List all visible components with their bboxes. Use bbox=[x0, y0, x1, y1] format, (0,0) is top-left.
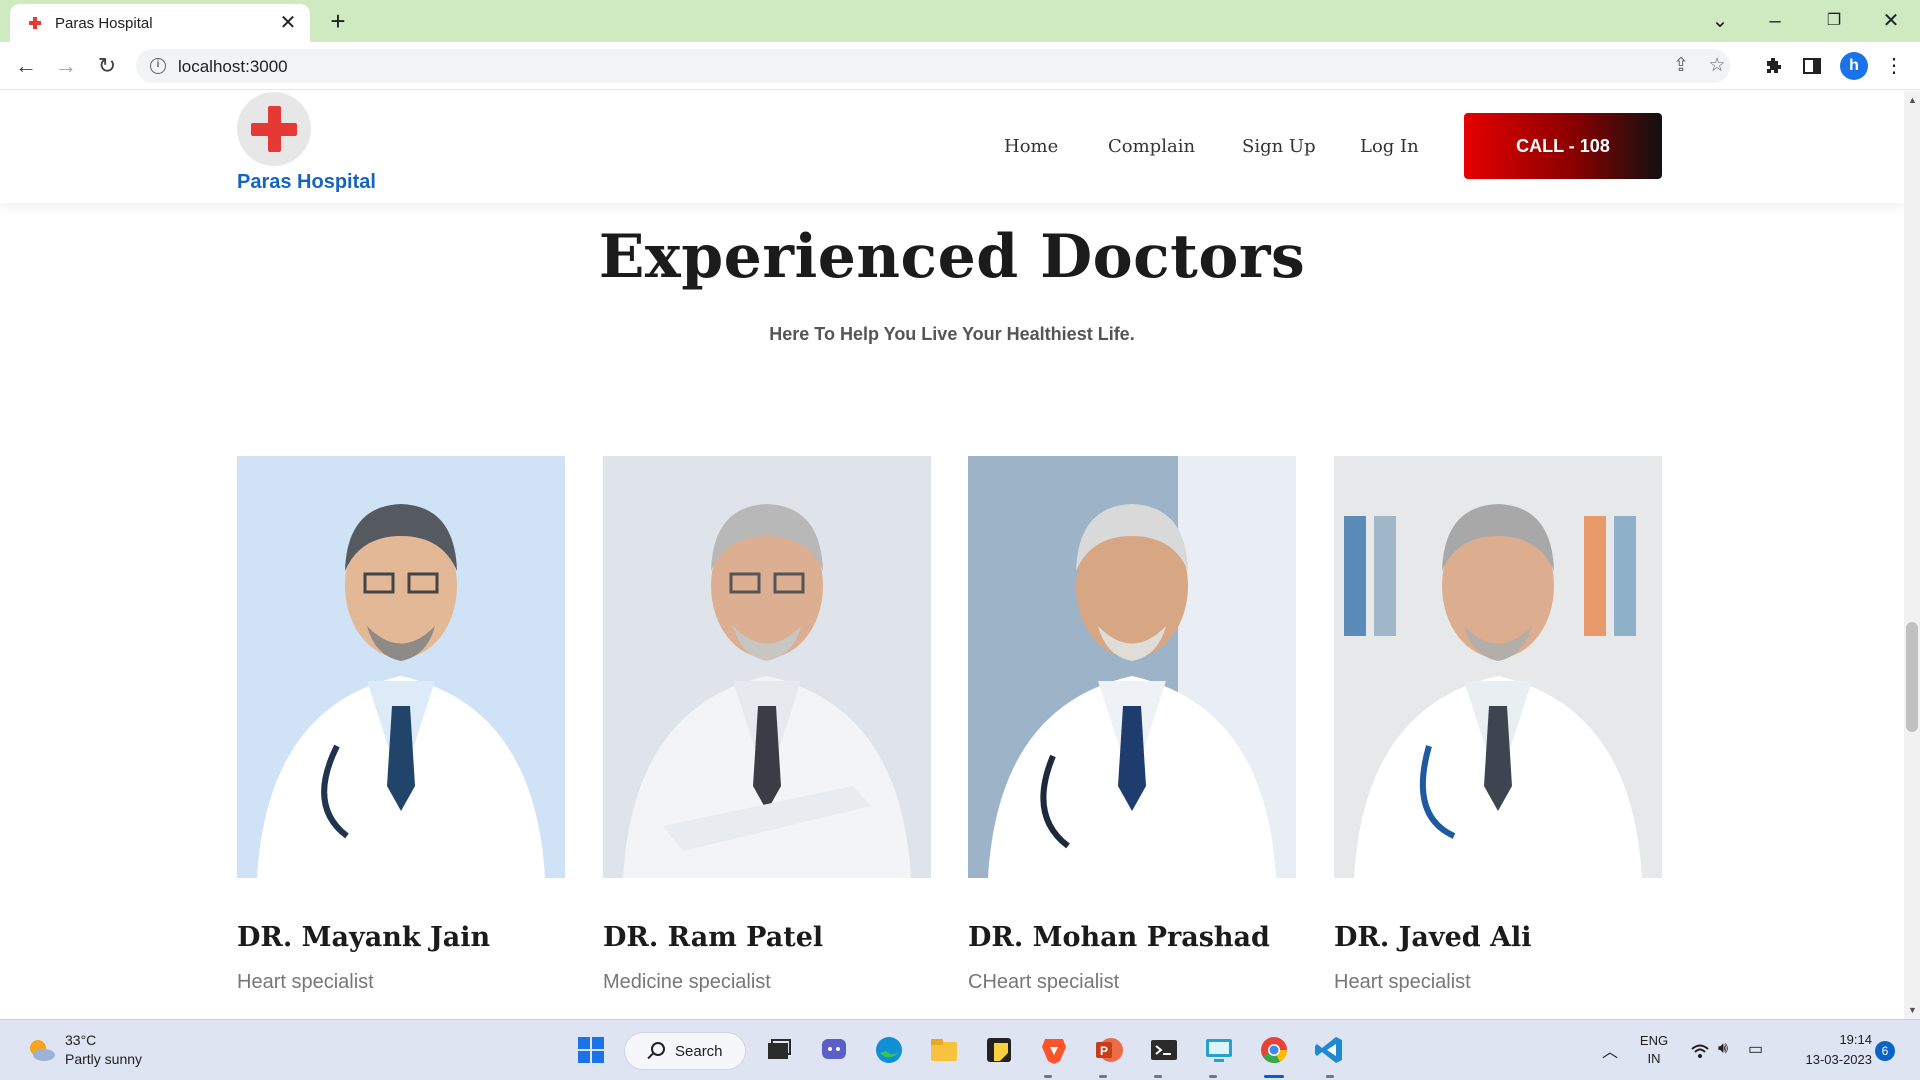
hospital-favicon-icon bbox=[29, 17, 41, 29]
forward-icon[interactable]: → bbox=[50, 50, 82, 82]
doctor-specialty: Heart specialist bbox=[1334, 971, 1471, 993]
reload-icon[interactable]: ↻ bbox=[91, 50, 123, 82]
battery-icon[interactable]: ▭ bbox=[1748, 1039, 1763, 1059]
nav-sign-up[interactable]: Sign Up bbox=[1242, 136, 1316, 157]
nav-home[interactable]: Home bbox=[1004, 136, 1058, 157]
hospital-logo-icon[interactable] bbox=[237, 92, 311, 166]
doctor-name: DR. Mohan Prashad bbox=[968, 922, 1270, 953]
sticky-notes-icon[interactable] bbox=[982, 1033, 1016, 1067]
show-hidden-icons-chevron-icon[interactable]: ︿ bbox=[1602, 1038, 1618, 1062]
brave-browser-icon[interactable] bbox=[1037, 1033, 1071, 1067]
page-viewport: Paras Hospital Home Complain Sign Up Log… bbox=[0, 91, 1904, 1019]
doctor-name: DR. Javed Ali bbox=[1334, 922, 1532, 953]
notification-badge[interactable]: 6 bbox=[1875, 1041, 1895, 1061]
teams-chat-icon[interactable] bbox=[817, 1033, 851, 1067]
doctor-specialty: Heart specialist bbox=[237, 971, 374, 993]
search-label: Search bbox=[675, 1043, 723, 1060]
doctor-specialty: Medicine specialist bbox=[603, 971, 771, 993]
nav-complain[interactable]: Complain bbox=[1108, 136, 1195, 157]
clock-date[interactable]: 13-03-2023 bbox=[1780, 1052, 1873, 1067]
scrollbar-thumb[interactable] bbox=[1906, 622, 1918, 732]
doctor-specialty: CHeart specialist bbox=[968, 971, 1120, 993]
vscode-icon[interactable] bbox=[1312, 1033, 1346, 1067]
clock-time[interactable]: 19:14 bbox=[1780, 1032, 1872, 1047]
new-tab-button[interactable]: + bbox=[324, 8, 352, 36]
powerpoint-icon[interactable]: P bbox=[1092, 1033, 1126, 1067]
input-region[interactable]: IN bbox=[1636, 1051, 1672, 1066]
close-window-icon[interactable]: ✕ bbox=[1873, 6, 1909, 36]
doctor-card: DR. Ram Patel Medicine specialist bbox=[603, 456, 931, 993]
browser-toolbar: ← → ↻ i localhost:3000 ⇪ ☆ h ⋮ bbox=[0, 42, 1920, 90]
doctor-card: DR. Mohan Prashad CHeart specialist bbox=[968, 456, 1296, 993]
doctor-photo bbox=[603, 456, 931, 878]
wifi-icon[interactable] bbox=[1690, 1042, 1710, 1060]
url-text[interactable]: localhost:3000 bbox=[178, 57, 288, 77]
restore-icon[interactable]: ❐ bbox=[1816, 6, 1852, 36]
task-view-icon[interactable] bbox=[762, 1033, 796, 1067]
page-scrollbar[interactable]: ▲ ▼ bbox=[1904, 91, 1920, 1019]
share-icon[interactable]: ⇪ bbox=[1670, 55, 1692, 77]
terminal-icon[interactable] bbox=[1147, 1033, 1181, 1067]
input-language[interactable]: ENG bbox=[1636, 1033, 1672, 1048]
address-bar[interactable]: i localhost:3000 ⇪ ☆ bbox=[136, 49, 1730, 83]
doctor-name: DR. Ram Patel bbox=[603, 922, 824, 953]
browser-tab[interactable]: Paras Hospital ✕ bbox=[10, 4, 310, 42]
chrome-browser-icon[interactable] bbox=[1257, 1033, 1291, 1067]
scroll-up-arrow-icon[interactable]: ▲ bbox=[1908, 95, 1917, 105]
side-panel-icon[interactable] bbox=[1800, 54, 1824, 78]
file-explorer-icon[interactable] bbox=[927, 1033, 961, 1067]
edge-browser-icon[interactable] bbox=[872, 1033, 906, 1067]
site-header: Paras Hospital Home Complain Sign Up Log… bbox=[0, 91, 1904, 203]
tab-title: Paras Hospital bbox=[55, 15, 153, 32]
remote-desktop-icon[interactable] bbox=[1202, 1033, 1236, 1067]
minimize-icon[interactable]: – bbox=[1757, 6, 1793, 36]
browser-tab-strip: Paras Hospital ✕ + ⌄ – ❐ ✕ bbox=[0, 0, 1920, 42]
more-menu-icon[interactable]: ⋮ bbox=[1882, 54, 1906, 78]
doctor-name: DR. Mayank Jain bbox=[237, 922, 491, 953]
weather-description[interactable]: Partly sunny bbox=[65, 1051, 142, 1067]
svg-text:P: P bbox=[1100, 1044, 1108, 1058]
doctor-photo bbox=[968, 456, 1296, 878]
tab-search-chevron-icon[interactable]: ⌄ bbox=[1702, 6, 1738, 36]
scroll-down-arrow-icon[interactable]: ▼ bbox=[1908, 1005, 1917, 1015]
back-icon[interactable]: ← bbox=[10, 50, 42, 82]
windows-start-icon[interactable] bbox=[574, 1033, 608, 1067]
section-subtitle: Here To Help You Live Your Healthiest Li… bbox=[769, 324, 1135, 344]
extensions-puzzle-icon[interactable] bbox=[1762, 54, 1786, 78]
windows-taskbar: 33°C Partly sunny Search P ︿ ENG IN 🔊︎ ▭… bbox=[0, 1019, 1920, 1080]
bookmark-star-icon[interactable]: ☆ bbox=[1706, 55, 1728, 77]
section-title: Experienced Doctors bbox=[598, 222, 1306, 292]
taskbar-search[interactable]: Search bbox=[624, 1032, 746, 1070]
doctor-photo bbox=[1334, 456, 1662, 878]
nav-log-in[interactable]: Log In bbox=[1360, 136, 1419, 157]
weather-temperature[interactable]: 33°C bbox=[65, 1032, 96, 1048]
volume-icon[interactable]: 🔊︎ bbox=[1718, 1040, 1728, 1058]
site-info-icon[interactable]: i bbox=[150, 58, 166, 74]
partly-sunny-weather-icon[interactable] bbox=[26, 1035, 56, 1065]
logo-text[interactable]: Paras Hospital bbox=[237, 171, 376, 194]
call-108-button[interactable]: CALL - 108 bbox=[1464, 113, 1662, 179]
doctor-card: DR. Javed Ali Heart specialist bbox=[1334, 456, 1662, 993]
profile-avatar[interactable]: h bbox=[1840, 52, 1868, 80]
close-tab-icon[interactable]: ✕ bbox=[278, 13, 298, 33]
doctor-photo bbox=[237, 456, 565, 878]
doctor-card: DR. Mayank Jain Heart specialist bbox=[237, 456, 565, 993]
